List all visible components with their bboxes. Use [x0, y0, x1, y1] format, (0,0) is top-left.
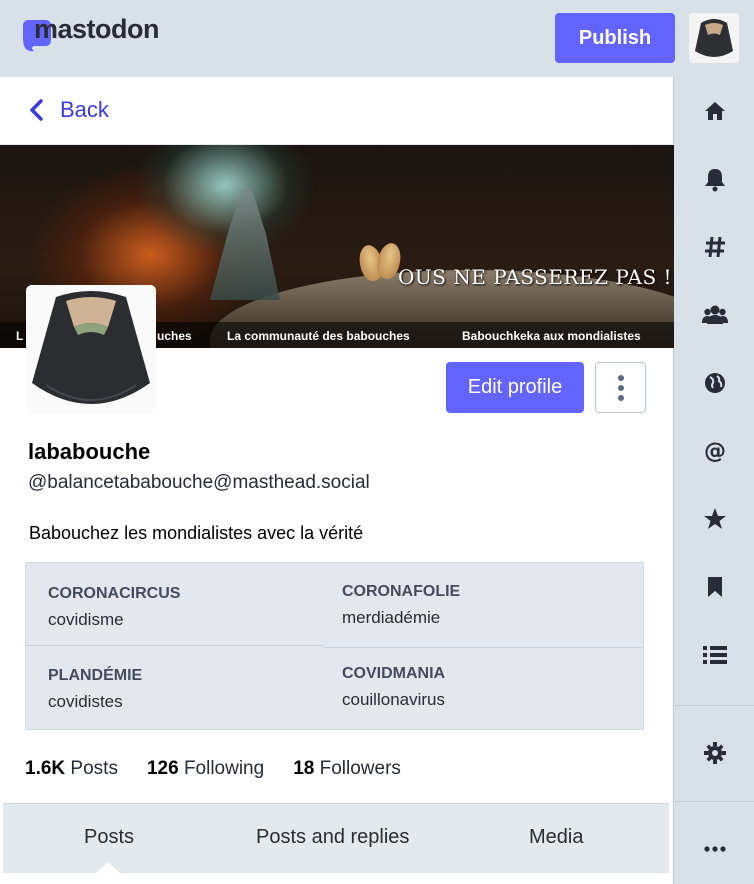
navigation-sidebar: @	[675, 77, 754, 884]
following-count[interactable]: 126 Following	[147, 758, 264, 780]
field-value: merdiadémie	[342, 608, 441, 627]
field-value: covidistes	[48, 692, 123, 711]
count-label: Following	[183, 758, 265, 779]
field-value: covidisme	[48, 610, 124, 629]
count-value: 18	[293, 758, 315, 779]
bell-icon	[704, 169, 725, 192]
nav-federated[interactable]	[675, 349, 754, 417]
count-value: 1.6K	[25, 758, 66, 779]
back-label: Back	[60, 97, 109, 122]
home-icon	[704, 102, 725, 120]
list-icon	[702, 646, 727, 664]
banner-strip-text: Babouchkeka aux mondialistes	[462, 329, 641, 343]
gear-icon	[703, 742, 726, 764]
babouche-avatar-image	[689, 13, 739, 63]
nav-home[interactable]	[675, 77, 754, 145]
mastodon-logo[interactable]: mastodon	[20, 14, 160, 54]
nav-lists[interactable]	[675, 621, 754, 689]
top-bar: mastodon Publish	[0, 0, 754, 77]
banner-title: OUS NE PASSEREZ PAS !	[398, 265, 673, 289]
profile-tabs: Posts Posts and replies Media	[3, 803, 669, 874]
banner-strip-text: uches	[157, 329, 192, 343]
nav-preferences[interactable]	[675, 719, 754, 787]
ellipsis-icon	[703, 846, 726, 852]
followers-count[interactable]: 18 Followers	[293, 758, 401, 780]
posts-count[interactable]: 1.6K Posts	[25, 758, 118, 780]
banner-strip-text: La communauté des babouches	[227, 329, 410, 343]
nav-mentions[interactable]: @	[675, 417, 754, 485]
back-button[interactable]: Back	[28, 97, 109, 123]
account-handle: @balancetababouche@masthead.social	[28, 472, 370, 493]
field-name: CORONACIRCUS	[48, 585, 181, 602]
count-value: 126	[146, 758, 179, 779]
profile-field: CORONACIRCUS covidisme	[26, 563, 322, 646]
chevron-left-icon	[30, 99, 43, 121]
back-bar: Back	[0, 77, 674, 145]
logo-text: mastodon	[34, 14, 160, 44]
bookmark-icon	[707, 577, 722, 597]
star-icon	[703, 508, 726, 529]
nav-more[interactable]	[675, 815, 754, 883]
profile-field: PLANDÉMIE covidistes	[26, 647, 322, 730]
nav-notifications[interactable]	[675, 145, 754, 213]
nav-local[interactable]	[675, 281, 754, 349]
active-tab-indicator	[95, 862, 121, 874]
field-name: COVIDMANIA	[342, 665, 446, 682]
hashtag-icon	[704, 236, 725, 258]
babouche-avatar-image	[26, 285, 156, 415]
svg-text:@: @	[704, 439, 726, 464]
profile-avatar[interactable]	[26, 285, 156, 415]
globe-icon	[704, 373, 725, 393]
tab-posts[interactable]: Posts	[84, 826, 134, 849]
vertical-ellipsis-icon	[617, 374, 624, 401]
banner-strip-text: L	[16, 329, 24, 343]
at-icon: @	[704, 439, 726, 464]
field-value: couillonavirus	[342, 690, 445, 709]
profile-fields: CORONACIRCUS covidisme CORONAFOLIE merdi…	[25, 562, 644, 730]
count-label: Followers	[319, 758, 401, 779]
nav-bookmarks[interactable]	[675, 553, 754, 621]
main-column: Back OUS NE PASSEREZ PAS ! L uches La co…	[0, 77, 674, 884]
nav-favourites[interactable]	[675, 485, 754, 553]
display-name: lababouche	[28, 439, 151, 464]
tab-posts-and-replies[interactable]: Posts and replies	[256, 826, 409, 849]
more-options-button[interactable]	[595, 362, 646, 413]
field-name: CORONAFOLIE	[342, 583, 461, 600]
divider	[675, 705, 754, 706]
publish-button[interactable]: Publish	[555, 13, 675, 63]
divider	[675, 801, 754, 802]
account-avatar[interactable]	[689, 13, 739, 63]
profile-bio: Babouchez les mondialistes avec la vérit…	[29, 523, 364, 543]
edit-profile-button[interactable]: Edit profile	[446, 362, 584, 413]
users-icon	[701, 305, 728, 324]
profile-counts: 1.6K Posts 126 Following 18 Followers	[25, 758, 430, 780]
nav-explore[interactable]	[675, 213, 754, 281]
count-label: Posts	[70, 758, 118, 779]
profile-field: CORONAFOLIE merdiadémie	[320, 563, 616, 646]
tab-media[interactable]: Media	[529, 826, 583, 849]
field-name: PLANDÉMIE	[48, 667, 143, 684]
profile-field: COVIDMANIA couillonavirus	[320, 647, 616, 730]
